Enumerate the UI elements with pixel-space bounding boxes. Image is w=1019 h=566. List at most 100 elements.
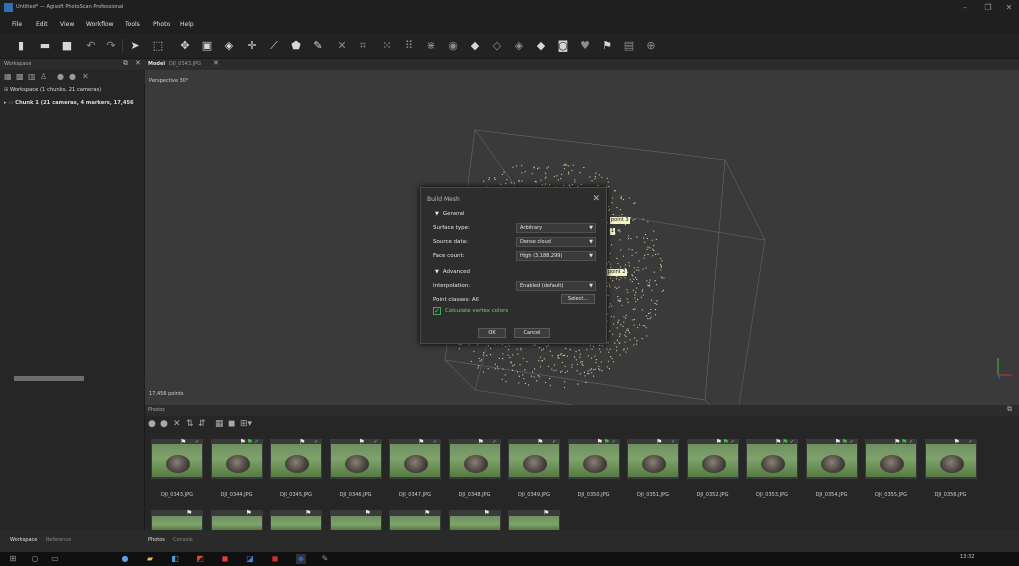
photo-thumbnail[interactable]: ⚑ ⚑ ✓: [686, 438, 739, 479]
marker-label-point-3[interactable]: point 3: [610, 217, 630, 224]
tab-workspace[interactable]: Workspace: [10, 537, 37, 543]
add-folder-icon[interactable]: ▥: [28, 72, 36, 81]
disable-camera-icon[interactable]: ●: [160, 419, 168, 429]
undock-icon[interactable]: ⧉: [1007, 405, 1012, 414]
cancel-button[interactable]: Cancel: [514, 328, 550, 338]
menu-photo[interactable]: Photo: [153, 21, 170, 28]
photo-thumbnail[interactable]: ⚑ ✓: [924, 438, 977, 479]
face-count-select[interactable]: High (3,188,299) ▼: [516, 251, 596, 261]
app-icon[interactable]: ◩: [195, 554, 205, 564]
close-panel-icon[interactable]: ✕: [135, 59, 141, 67]
rotate-right-icon[interactable]: ⇵: [198, 419, 206, 429]
menu-view[interactable]: View: [60, 21, 74, 28]
photo-thumbnail[interactable]: ⚑: [151, 509, 203, 530]
app-icon[interactable]: ◼: [270, 554, 280, 564]
source-data-select[interactable]: Dense cloud ▼: [516, 237, 596, 247]
rotate-left-icon[interactable]: ⇅: [186, 419, 194, 429]
redo-icon[interactable]: ↷: [104, 39, 118, 53]
workspace-horizontal-scrollbar[interactable]: [0, 375, 145, 382]
show-dense-cloud-icon[interactable]: ⠿: [402, 39, 416, 53]
show-texture-icon[interactable]: ◉: [446, 39, 460, 53]
tab-reference[interactable]: Reference: [46, 537, 71, 543]
tree-workspace-root[interactable]: ⊞ Workspace (1 chunks, 21 cameras): [4, 87, 145, 93]
menu-workflow[interactable]: Workflow: [86, 21, 114, 28]
save-icon[interactable]: ■: [60, 39, 74, 53]
photo-thumbnail[interactable]: ⚑ ✓: [151, 438, 203, 479]
menu-tools[interactable]: Tools: [125, 21, 140, 28]
tab-console[interactable]: Console: [173, 537, 193, 543]
enable-icon[interactable]: ♙: [40, 72, 47, 81]
photo-thumbnail[interactable]: ⚑: [508, 509, 560, 530]
view-mode-icon[interactable]: ⊞▾: [240, 419, 252, 429]
maximize-button[interactable]: ❐: [978, 2, 998, 14]
polygon-icon[interactable]: ⬟: [289, 39, 303, 53]
shaded-icon[interactable]: ◆: [468, 39, 482, 53]
photo-thumbnail[interactable]: ⚑: [389, 509, 441, 530]
section-general[interactable]: ▼ General: [435, 211, 465, 217]
filter-icon[interactable]: ▦: [215, 419, 224, 429]
interpolation-select[interactable]: Enabled (default) ▼: [516, 281, 596, 291]
tab-photo[interactable]: DJI_0343.JPG: [169, 61, 201, 67]
vertex-colors-checkbox[interactable]: ✓: [433, 307, 441, 315]
masks-icon[interactable]: ◼: [228, 419, 235, 429]
tab-model[interactable]: Model: [148, 61, 165, 67]
menu-file[interactable]: File: [12, 21, 22, 28]
ruler-icon[interactable]: ⟋: [267, 39, 281, 53]
photo-thumbnail[interactable]: ⚑: [270, 509, 322, 530]
search-icon[interactable]: ○: [30, 554, 40, 564]
solid-icon[interactable]: ◇: [490, 39, 504, 53]
new-icon[interactable]: ▮: [14, 39, 28, 53]
photo-thumbnail[interactable]: ⚑ ⚑ ✓: [210, 438, 263, 479]
marker-label-point-2[interactable]: point 2: [607, 269, 627, 276]
rotate-region-icon[interactable]: ◈: [222, 39, 236, 53]
rectangle-selection-icon[interactable]: ⬚: [151, 39, 165, 53]
reset-view-icon[interactable]: ⊕: [644, 39, 658, 53]
select-classes-button[interactable]: Select...: [561, 294, 595, 304]
remove-camera-icon[interactable]: ✕: [173, 419, 181, 429]
photo-thumbnail[interactable]: ⚑ ⚑ ✓: [805, 438, 858, 479]
disable-item-icon[interactable]: ●: [69, 72, 76, 81]
close-button[interactable]: ✕: [999, 2, 1019, 14]
photo-thumbnail[interactable]: ⚑: [210, 509, 263, 530]
show-points-icon[interactable]: ⁙: [380, 39, 394, 53]
enable-item-icon[interactable]: ●: [57, 72, 64, 81]
add-chunk-icon[interactable]: ▦: [4, 72, 12, 81]
menu-help[interactable]: Help: [180, 21, 194, 28]
enable-camera-icon[interactable]: ●: [148, 419, 156, 429]
app-icon[interactable]: ✎: [320, 554, 330, 564]
dialog-close-icon[interactable]: ✕: [592, 194, 600, 204]
photo-thumbnail[interactable]: ⚑ ✓: [448, 438, 501, 479]
resize-region-icon[interactable]: ▣: [200, 39, 214, 53]
app-icon[interactable]: ◧: [170, 554, 180, 564]
photoscan-taskbar-icon[interactable]: ◆: [296, 554, 306, 564]
textured-icon[interactable]: ◆: [534, 39, 548, 53]
photo-thumbnail[interactable]: ⚑ ✓: [627, 438, 679, 479]
task-view-icon[interactable]: ▭: [50, 554, 60, 564]
tree-chunk-1[interactable]: ▸ ▭ Chunk 1 (21 cameras, 4 markers, 17,4…: [4, 100, 145, 106]
minimize-button[interactable]: –: [955, 2, 975, 14]
move-object-icon[interactable]: ✛: [245, 39, 259, 53]
close-tab-icon[interactable]: ✕: [213, 59, 219, 67]
remove-item-icon[interactable]: ✕: [82, 72, 89, 81]
draw-icon[interactable]: ✎: [311, 39, 325, 53]
scrollbar-thumb[interactable]: [14, 376, 84, 381]
photo-thumbnail[interactable]: ⚑ ✓: [270, 438, 322, 479]
photo-thumbnail[interactable]: ⚑ ✓: [329, 438, 382, 479]
photo-thumbnail[interactable]: ⚑ ⚑ ✓: [746, 438, 798, 479]
add-photos-icon[interactable]: ▩: [16, 72, 24, 81]
ok-button[interactable]: OK: [478, 328, 506, 338]
move-region-icon[interactable]: ✥: [178, 39, 192, 53]
crop-icon[interactable]: ⌗: [356, 39, 370, 53]
show-cameras-icon[interactable]: ◙: [556, 39, 570, 53]
undock-icon[interactable]: ⧉: [123, 59, 128, 68]
menu-edit[interactable]: Edit: [36, 21, 48, 28]
wireframe-icon[interactable]: ◈: [512, 39, 526, 53]
folder-icon[interactable]: ▰: [145, 554, 155, 564]
section-advanced[interactable]: ▼ Advanced: [435, 269, 470, 275]
show-markers-icon[interactable]: ⚑: [600, 39, 614, 53]
undo-icon[interactable]: ↶: [84, 39, 98, 53]
show-mesh-icon[interactable]: ⋇: [424, 39, 438, 53]
start-icon[interactable]: ⊞: [8, 554, 18, 564]
app-icon[interactable]: ◼: [220, 554, 230, 564]
photo-thumbnail[interactable]: ⚑: [329, 509, 382, 530]
